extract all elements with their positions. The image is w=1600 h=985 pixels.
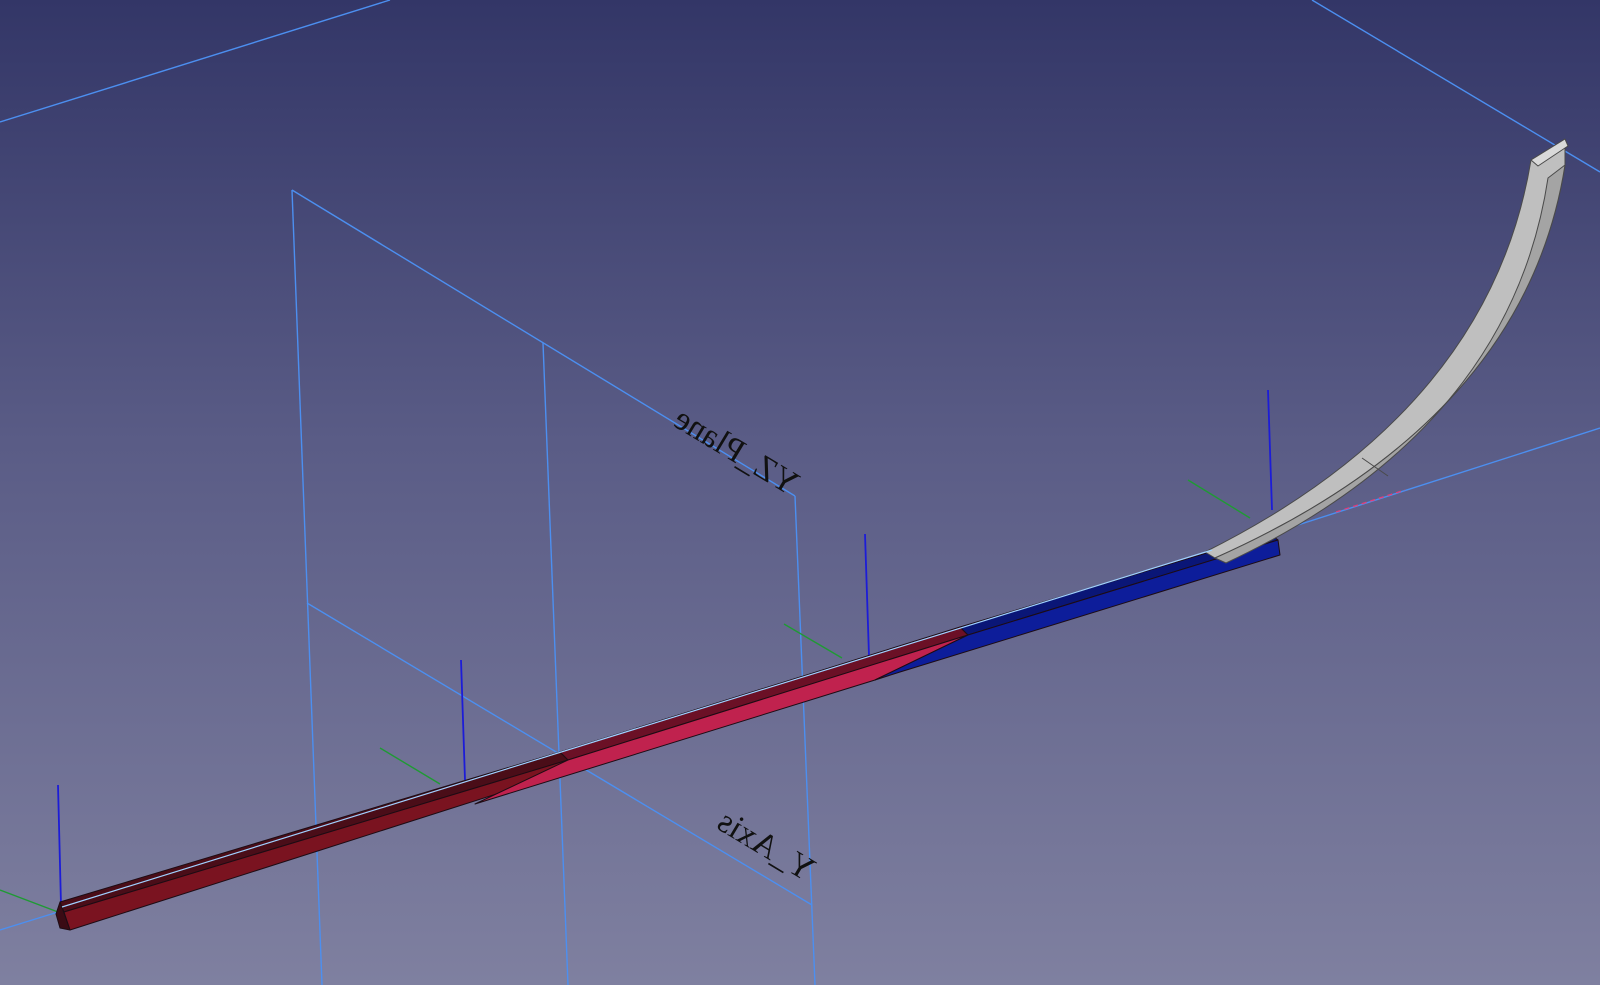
dark-red-side-face [63,759,579,931]
placement-marker-4 [1187,389,1273,519]
placement-z-line [1267,389,1273,511]
placement-z-line [57,784,62,906]
placement-y-line [783,623,843,659]
curved-inner-face [1214,164,1566,564]
dark-red-segment[interactable] [55,751,579,931]
placement-z-line [864,533,870,657]
yz-plane-label[interactable]: YZ_Plane [668,400,805,503]
pink-segment[interactable] [474,626,969,805]
y-axis-label[interactable]: Y_Axis [711,803,821,889]
placement-y-line [0,889,59,913]
yz-plane[interactable] [291,189,816,985]
xy-plane-edge-left [0,0,391,123]
pink-top-face [559,626,969,761]
3d-scene[interactable]: YZ_Plane Y_Axis [0,0,1600,985]
sweep-path-line [61,549,1213,908]
curved-gray-part[interactable] [1204,138,1569,564]
placement-y-line [1187,479,1251,519]
x-axis-line-left [0,911,59,931]
pink-side-face [474,634,969,805]
placement-marker-1 [0,784,62,913]
blue-side-face [874,539,1281,681]
curved-outer-face [1204,138,1566,559]
yz-plane-left-edge [291,189,323,985]
z-axis-line [542,342,569,985]
placement-z-line [460,659,466,781]
3d-viewport[interactable]: YZ_Plane Y_Axis [0,0,1600,985]
yz-plane-right-edge [794,495,816,985]
placement-marker-2 [379,659,466,785]
placement-y-line [379,747,441,785]
